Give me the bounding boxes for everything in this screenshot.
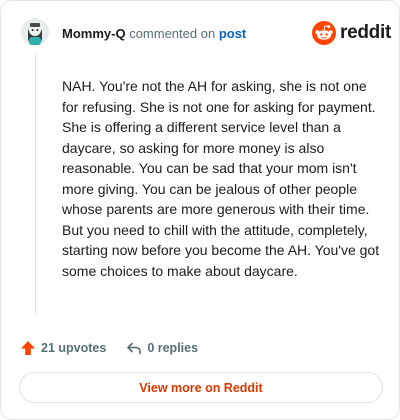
avatar-icon (21, 18, 49, 46)
comment-header: Mommy-Q commented on post (62, 26, 246, 42)
upvote-count: 21 upvotes (41, 341, 107, 355)
reply-count: 0 replies (147, 341, 199, 355)
reply-button[interactable]: 0 replies (126, 340, 198, 356)
thread-line (35, 54, 36, 314)
reddit-logo[interactable]: reddit (312, 21, 391, 45)
comment-embed-card: Mommy-Q commented on post reddit NAH. Yo… (0, 0, 400, 420)
upvote-button[interactable]: 21 upvotes (20, 340, 106, 356)
reply-arrow-icon (127, 342, 142, 355)
reddit-snoo-icon (312, 21, 336, 45)
avatar[interactable] (21, 18, 49, 46)
username-link[interactable]: Mommy-Q (62, 26, 126, 41)
commented-on-text: commented on (129, 26, 216, 41)
comment-actions: 21 upvotes 0 replies (20, 339, 198, 357)
view-more-button[interactable]: View more on Reddit (19, 372, 383, 403)
post-link[interactable]: post (219, 26, 246, 41)
comment-body: NAH. You're not the AH for asking, she i… (62, 78, 380, 279)
reddit-wordmark: reddit (340, 22, 391, 43)
upvote-arrow-icon (21, 341, 35, 355)
